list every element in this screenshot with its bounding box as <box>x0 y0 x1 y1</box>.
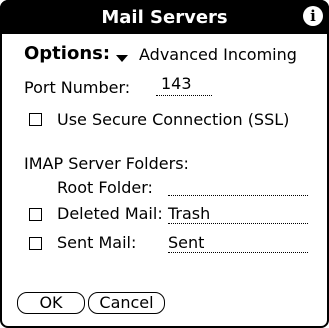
ok-button[interactable]: OK <box>17 292 85 314</box>
title-bar: Mail Servers i <box>0 0 329 34</box>
cancel-button[interactable]: Cancel <box>88 292 165 314</box>
port-number-label: Port Number: <box>24 78 131 97</box>
dialog-title: Mail Servers <box>101 7 228 28</box>
root-folder-label: Root Folder: <box>57 178 153 197</box>
info-icon[interactable]: i <box>303 6 323 26</box>
sent-mail-field[interactable]: Sent <box>168 233 204 252</box>
deleted-mail-field[interactable]: Trash <box>168 204 210 223</box>
port-number-underline <box>156 95 212 96</box>
ssl-label[interactable]: Use Secure Connection (SSL) <box>57 110 289 129</box>
ssl-checkbox[interactable] <box>29 113 42 126</box>
chevron-down-icon[interactable] <box>116 55 128 62</box>
deleted-mail-underline <box>168 223 308 224</box>
port-number-field[interactable]: 143 <box>161 74 192 93</box>
sent-mail-checkbox[interactable] <box>29 237 42 250</box>
options-label: Options: <box>24 43 111 64</box>
sent-mail-underline <box>168 252 308 253</box>
options-dropdown[interactable]: Advanced Incoming <box>139 45 297 64</box>
sent-mail-label[interactable]: Sent Mail: <box>57 233 136 252</box>
deleted-mail-checkbox[interactable] <box>29 208 42 221</box>
root-folder-underline <box>168 195 308 196</box>
imap-folders-heading: IMAP Server Folders: <box>24 154 189 173</box>
deleted-mail-label[interactable]: Deleted Mail: <box>57 204 163 223</box>
